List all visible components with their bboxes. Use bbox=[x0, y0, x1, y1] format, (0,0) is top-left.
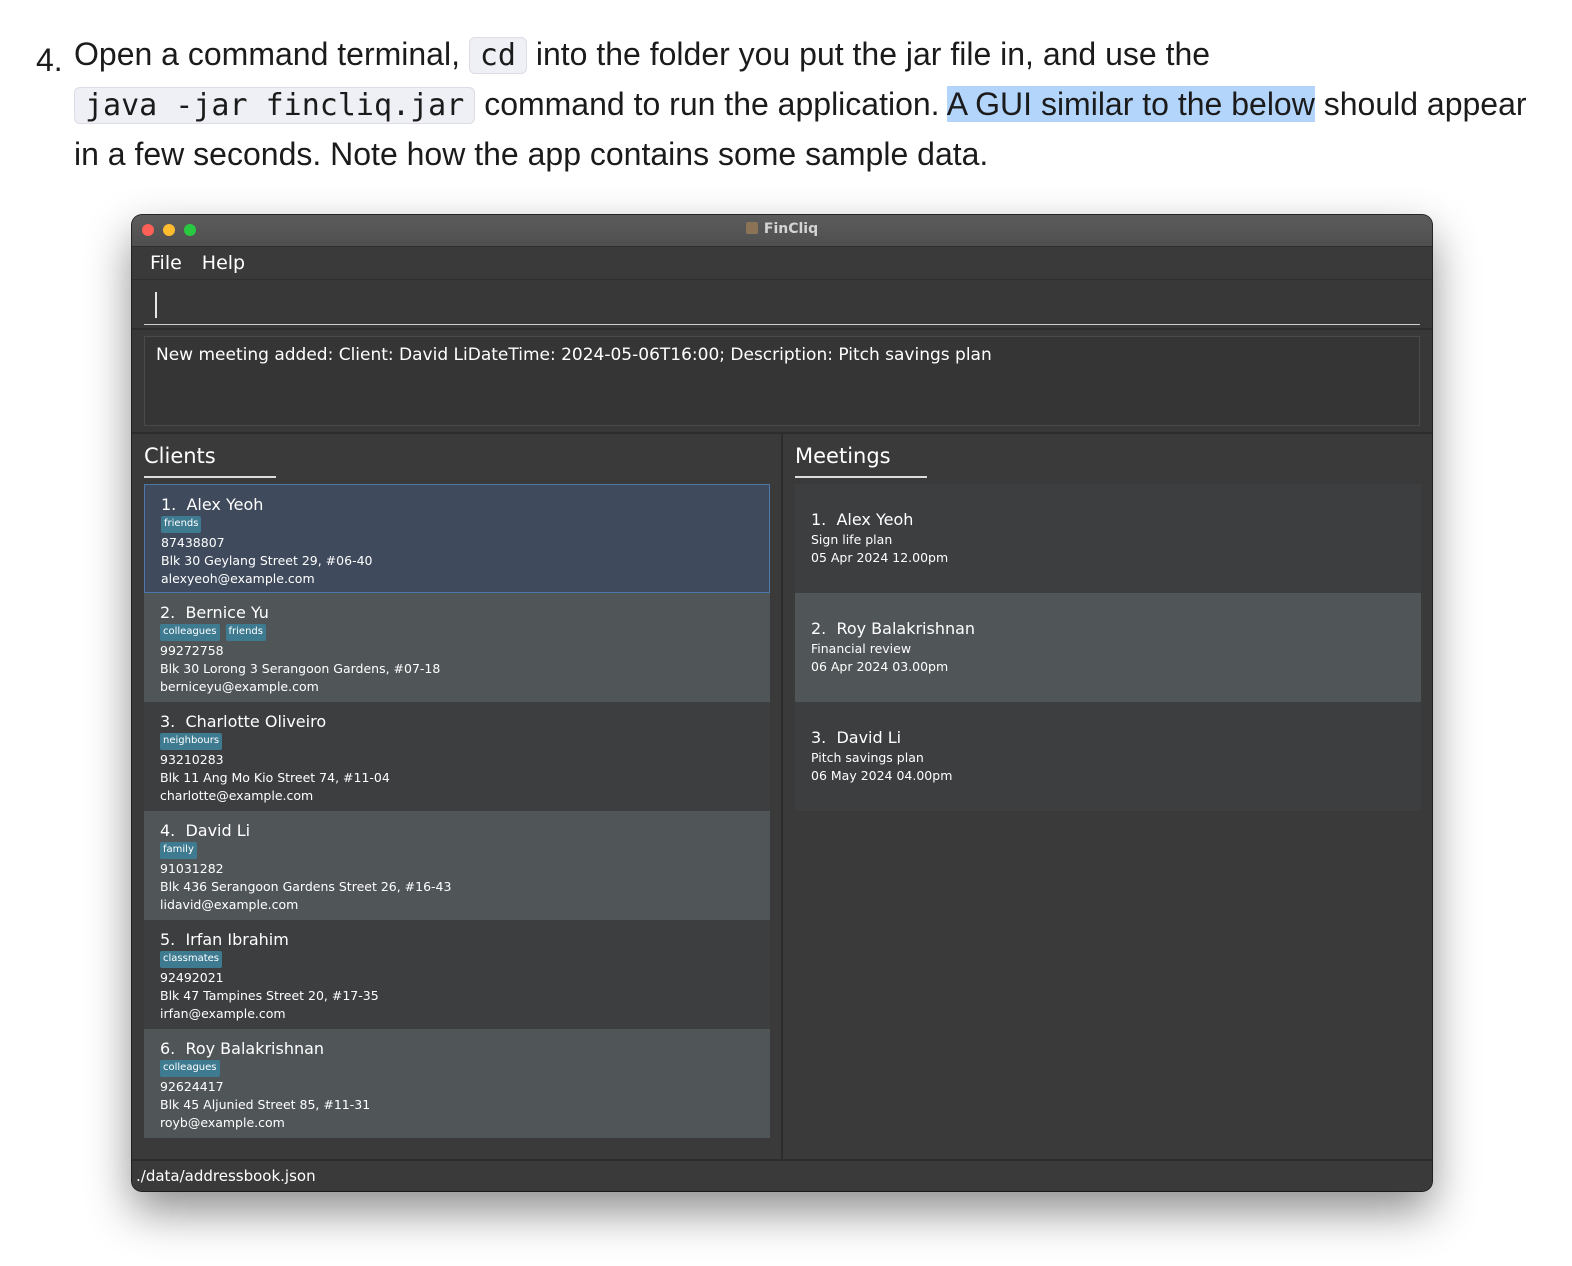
tag: colleagues bbox=[160, 1060, 220, 1077]
meeting-description: Financial review bbox=[811, 641, 912, 656]
client-card[interactable]: 2. Bernice Yu colleagues friends 99272758… bbox=[144, 593, 770, 702]
tag: friends bbox=[161, 516, 202, 533]
step-text-1: Open a command terminal, bbox=[74, 36, 460, 72]
client-tags: colleagues bbox=[160, 1060, 754, 1077]
client-address: Blk 11 Ang Mo Kio Street 74, #11-04 bbox=[160, 770, 390, 785]
clients-tab-title[interactable]: Clients bbox=[144, 444, 216, 468]
meeting-description: Sign life plan bbox=[811, 532, 893, 547]
client-address: Blk 45 Aljunied Street 85, #11-31 bbox=[160, 1097, 371, 1112]
step-text-3: command to run the application. bbox=[484, 86, 940, 122]
clients-tab-underline bbox=[144, 476, 276, 478]
client-tags: neighbours bbox=[160, 733, 754, 750]
client-card[interactable]: 6. Roy Balakrishnan colleagues 92624417 … bbox=[144, 1029, 770, 1138]
step-text-2: into the folder you put the jar file in,… bbox=[535, 36, 1211, 72]
client-phone: 92492021 bbox=[160, 970, 224, 985]
text-caret bbox=[155, 292, 157, 318]
client-address: Blk 30 Lorong 3 Serangoon Gardens, #07-1… bbox=[160, 661, 441, 676]
app-window: FinCliq File Help New meeting added: Cli… bbox=[132, 215, 1432, 1191]
meeting-description: Pitch savings plan bbox=[811, 750, 924, 765]
client-card[interactable]: 4. David Li family 91031282 Blk 436 Sera… bbox=[144, 811, 770, 920]
meeting-list[interactable]: 1. Alex Yeoh Sign life plan 05 Apr 2024 … bbox=[795, 484, 1421, 811]
title-bar: FinCliq bbox=[132, 215, 1432, 247]
code-cd: cd bbox=[468, 37, 527, 74]
client-tags: colleagues friends bbox=[160, 624, 754, 641]
meeting-card[interactable]: 2. Roy Balakrishnan Financial review 06 … bbox=[795, 593, 1421, 702]
client-card[interactable]: 3. Charlotte Oliveiro neighbours 9321028… bbox=[144, 702, 770, 811]
client-name: 2. Bernice Yu bbox=[160, 603, 269, 622]
client-tags: family bbox=[160, 842, 754, 859]
client-email: irfan@example.com bbox=[160, 1006, 286, 1021]
client-address: Blk 47 Tampines Street 20, #17-35 bbox=[160, 988, 379, 1003]
client-card[interactable]: 5. Irfan Ibrahim classmates 92492021 Blk… bbox=[144, 920, 770, 1029]
meeting-card[interactable]: 1. Alex Yeoh Sign life plan 05 Apr 2024 … bbox=[795, 484, 1421, 593]
client-phone: 91031282 bbox=[160, 861, 224, 876]
client-phone: 92624417 bbox=[160, 1079, 224, 1094]
client-tags: classmates bbox=[160, 951, 754, 968]
client-email: alexyeoh@example.com bbox=[161, 571, 315, 586]
client-list[interactable]: 1. Alex Yeoh friends 87438807 Blk 30 Gey… bbox=[144, 484, 770, 1138]
command-input[interactable] bbox=[144, 288, 1420, 325]
tag: neighbours bbox=[160, 733, 223, 750]
client-name: 3. Charlotte Oliveiro bbox=[160, 712, 327, 731]
tag: classmates bbox=[160, 951, 222, 968]
menu-file[interactable]: File bbox=[150, 252, 182, 274]
client-email: lidavid@example.com bbox=[160, 897, 299, 912]
meeting-datetime: 05 Apr 2024 12.00pm bbox=[811, 550, 949, 565]
step-number: 4. bbox=[36, 42, 63, 78]
client-name: 4. David Li bbox=[160, 821, 251, 840]
meetings-pane: Meetings 1. Alex Yeoh Sign life plan 05 … bbox=[783, 434, 1432, 1159]
client-phone: 93210283 bbox=[160, 752, 224, 767]
menu-bar: File Help bbox=[132, 247, 1432, 280]
highlighted-text: A GUI similar to the below bbox=[946, 86, 1315, 122]
tag: family bbox=[160, 842, 197, 859]
meeting-client-name: 1. Alex Yeoh bbox=[811, 510, 914, 529]
meeting-card[interactable]: 3. David Li Pitch savings plan 06 May 20… bbox=[795, 702, 1421, 811]
app-icon bbox=[745, 222, 758, 234]
client-name: 6. Roy Balakrishnan bbox=[160, 1039, 325, 1058]
result-area: New meeting added: Client: David LiDateT… bbox=[132, 330, 1432, 435]
result-display: New meeting added: Client: David LiDateT… bbox=[144, 336, 1420, 426]
client-address: Blk 30 Geylang Street 29, #06-40 bbox=[161, 553, 373, 568]
doc-step: 4. Open a command terminal, cd into the … bbox=[36, 30, 1536, 178]
client-email: berniceyu@example.com bbox=[160, 679, 319, 694]
window-title-text: FinCliq bbox=[763, 221, 819, 237]
meetings-tab-title[interactable]: Meetings bbox=[795, 444, 891, 468]
client-address: Blk 436 Serangoon Gardens Street 26, #16… bbox=[160, 879, 452, 894]
client-email: charlotte@example.com bbox=[160, 788, 314, 803]
client-card[interactable]: 1. Alex Yeoh friends 87438807 Blk 30 Gey… bbox=[144, 484, 770, 593]
client-phone: 87438807 bbox=[161, 535, 225, 550]
main-panes: Clients 1. Alex Yeoh friends 87438807 Bl… bbox=[132, 434, 1432, 1159]
tag: colleagues bbox=[160, 624, 220, 641]
client-name: 1. Alex Yeoh bbox=[161, 495, 264, 514]
tag: friends bbox=[225, 624, 266, 641]
client-phone: 99272758 bbox=[160, 643, 224, 658]
client-tags: friends bbox=[161, 516, 753, 533]
meetings-tab-underline bbox=[795, 476, 927, 478]
step-paragraph: Open a command terminal, cd into the fol… bbox=[74, 30, 1536, 178]
meeting-client-name: 3. David Li bbox=[811, 728, 902, 747]
status-bar: ./data/addressbook.json bbox=[132, 1159, 1432, 1191]
menu-help[interactable]: Help bbox=[202, 252, 245, 274]
client-email: royb@example.com bbox=[160, 1115, 285, 1130]
code-java-command: java -jar fincliq.jar bbox=[74, 87, 476, 124]
meeting-datetime: 06 May 2024 04.00pm bbox=[811, 768, 953, 783]
client-name: 5. Irfan Ibrahim bbox=[160, 930, 289, 949]
clients-pane: Clients 1. Alex Yeoh friends 87438807 Bl… bbox=[132, 434, 783, 1159]
meeting-datetime: 06 Apr 2024 03.00pm bbox=[811, 659, 949, 674]
command-area bbox=[132, 280, 1432, 330]
window-title: FinCliq bbox=[132, 221, 1432, 237]
meeting-client-name: 2. Roy Balakrishnan bbox=[811, 619, 976, 638]
